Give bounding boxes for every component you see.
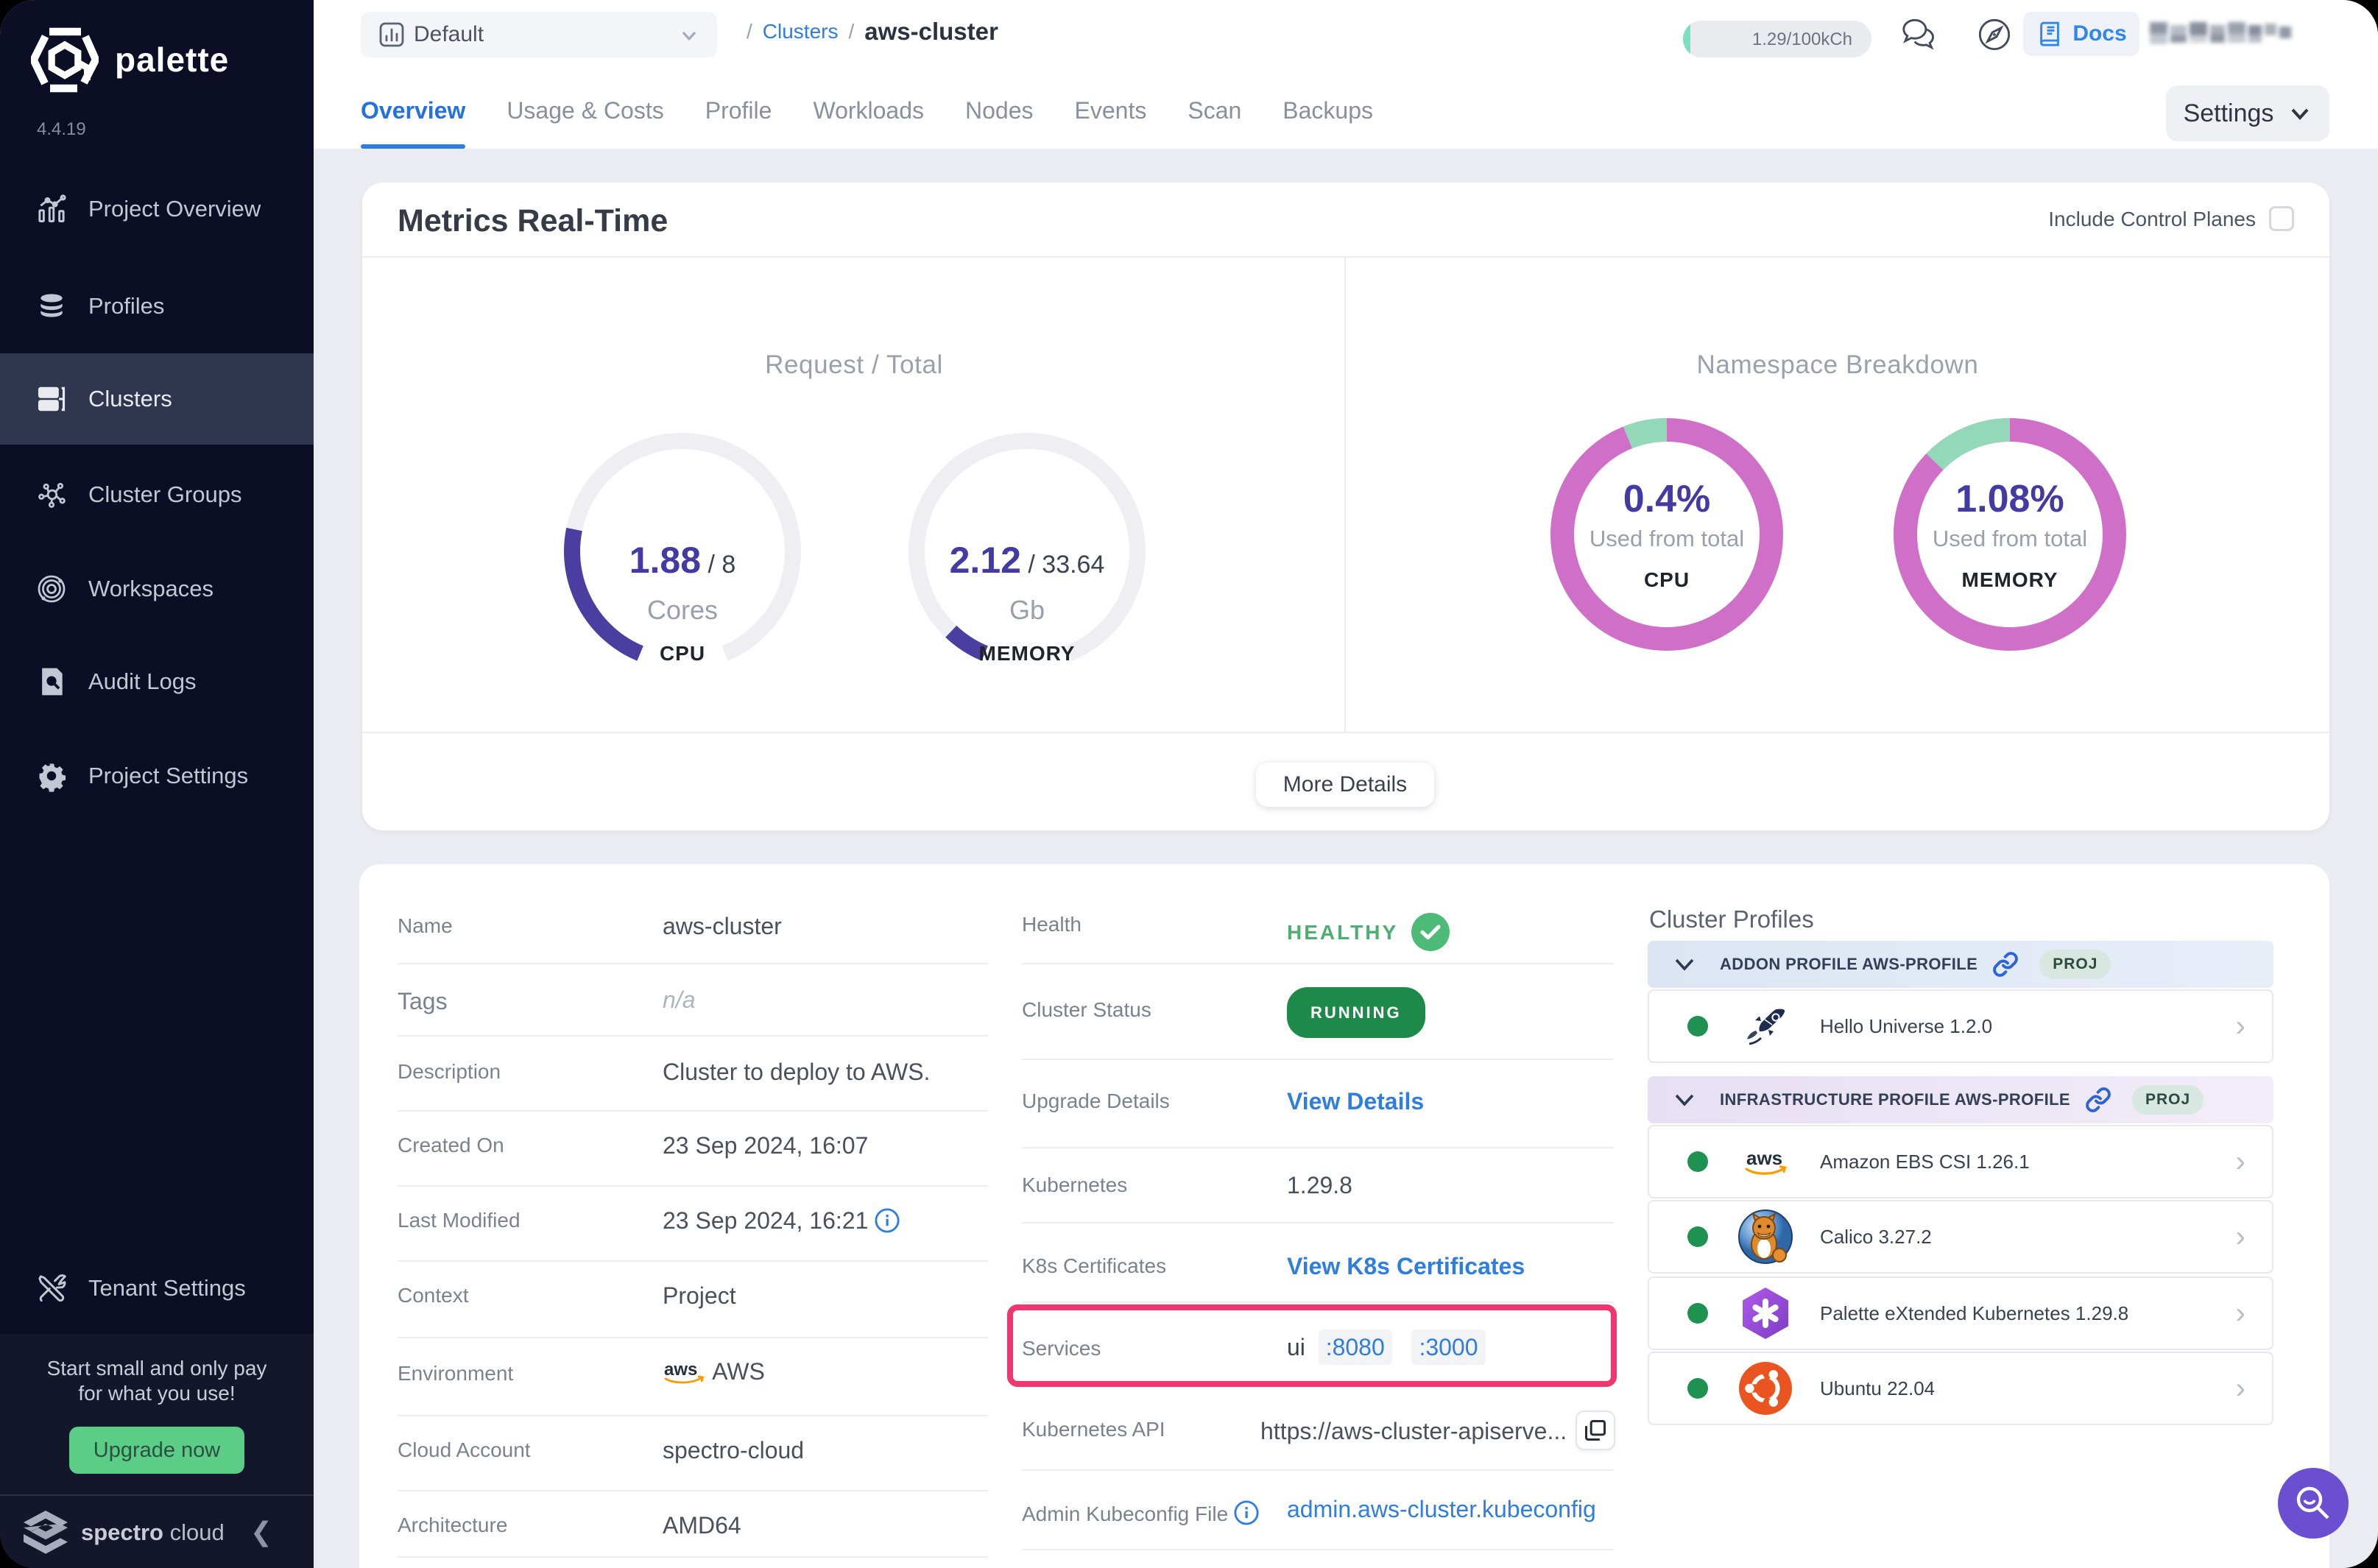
svg-text:aws: aws: [1746, 1147, 1782, 1169]
svg-text:aws: aws: [664, 1360, 697, 1380]
